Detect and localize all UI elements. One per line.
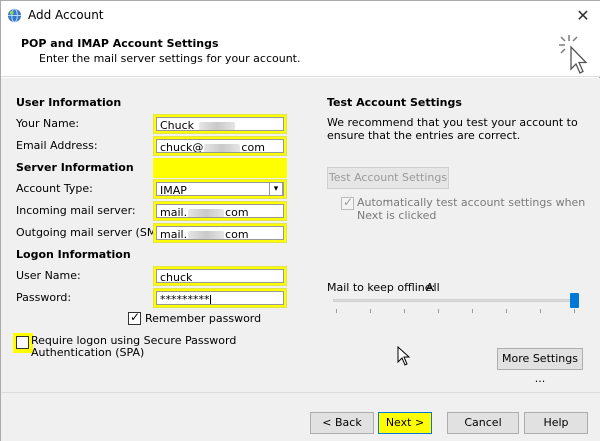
text-caret <box>209 294 211 304</box>
outlook-globe-icon <box>7 8 22 23</box>
account-type-value: IMAP <box>160 184 187 196</box>
incoming-server-field[interactable]: mail. com <box>153 201 287 221</box>
spa-checkbox[interactable] <box>16 336 29 349</box>
test-settings-heading: Test Account Settings <box>327 96 462 109</box>
chevron-down-icon[interactable]: ▾ <box>269 182 283 196</box>
remember-password-checkbox[interactable] <box>128 310 141 325</box>
incoming-prefix: mail. <box>160 206 188 218</box>
slider-tick <box>370 309 371 313</box>
account-type-label: Account Type: <box>16 182 93 195</box>
your-name-label: Your Name: <box>16 117 80 130</box>
page-title: POP and IMAP Account Settings <box>21 37 219 50</box>
more-settings-button[interactable]: More Settings ... <box>497 348 583 385</box>
auto-test-label: Automatically test account settings when… <box>357 196 586 222</box>
remember-password-label: Remember password <box>145 312 262 325</box>
your-name-value: Chuck <box>160 119 195 131</box>
offline-slider-thumb[interactable] <box>570 293 579 308</box>
username-field[interactable]: chuck <box>153 266 287 286</box>
email-prefix: chuck@ <box>160 141 204 153</box>
email-label: Email Address: <box>16 139 98 152</box>
outgoing-prefix: mail. <box>160 228 188 240</box>
user-info-heading: User Information <box>16 96 122 109</box>
close-button[interactable]: ✕ <box>567 3 599 29</box>
spa-label: Require logon using Secure Password Auth… <box>31 334 237 359</box>
mouse-cursor-icon <box>397 346 411 366</box>
next-button[interactable]: Next > <box>378 412 432 434</box>
account-type-select[interactable]: IMAP ▾ <box>153 179 287 199</box>
server-info-heading: Server Information <box>16 161 134 174</box>
slider-tick <box>438 309 439 313</box>
logon-info-heading: Logon Information <box>16 248 131 261</box>
outgoing-server-field[interactable]: mail. com <box>153 223 287 243</box>
outgoing-suffix: com <box>225 228 249 240</box>
your-name-field[interactable]: Chuck <box>153 114 287 134</box>
auto-test-checkbox[interactable] <box>341 195 354 210</box>
slider-tick <box>404 309 405 313</box>
offline-label: Mail to keep offline: <box>327 281 436 294</box>
offline-value: All <box>426 281 440 294</box>
slider-tick <box>472 309 473 313</box>
test-account-settings-button[interactable]: Test Account Settings ... <box>327 167 449 204</box>
password-value: ********* <box>160 293 210 305</box>
email-suffix: com <box>241 141 265 153</box>
add-account-dialog: Add Account ✕ POP and IMAP Account Setti… <box>0 0 600 441</box>
redacted-text <box>204 143 241 152</box>
slider-tick <box>574 309 575 313</box>
slider-tick <box>540 309 541 313</box>
incoming-suffix: com <box>225 206 249 218</box>
slider-tick <box>336 309 337 313</box>
server-highlight <box>153 158 287 178</box>
incoming-server-label: Incoming mail server: <box>16 204 136 217</box>
back-button[interactable]: < Back <box>310 412 374 434</box>
window-title: Add Account <box>28 8 104 22</box>
email-field[interactable]: chuck@ com <box>153 136 287 156</box>
help-button[interactable]: Help <box>524 412 588 434</box>
redacted-text <box>188 208 225 217</box>
click-pointer-icon <box>559 35 588 74</box>
redacted-text <box>198 121 235 130</box>
username-label: User Name: <box>16 269 81 282</box>
test-settings-description: We recommend that you test your account … <box>327 116 578 142</box>
cancel-button[interactable]: Cancel <box>447 412 519 434</box>
username-value: chuck <box>160 271 193 283</box>
redacted-text <box>188 230 225 239</box>
slider-tick <box>506 309 507 313</box>
password-label: Password: <box>16 291 72 304</box>
page-subtitle: Enter the mail server settings for your … <box>39 52 301 65</box>
offline-slider-track[interactable] <box>333 299 577 302</box>
password-field[interactable]: ********* <box>153 288 287 308</box>
